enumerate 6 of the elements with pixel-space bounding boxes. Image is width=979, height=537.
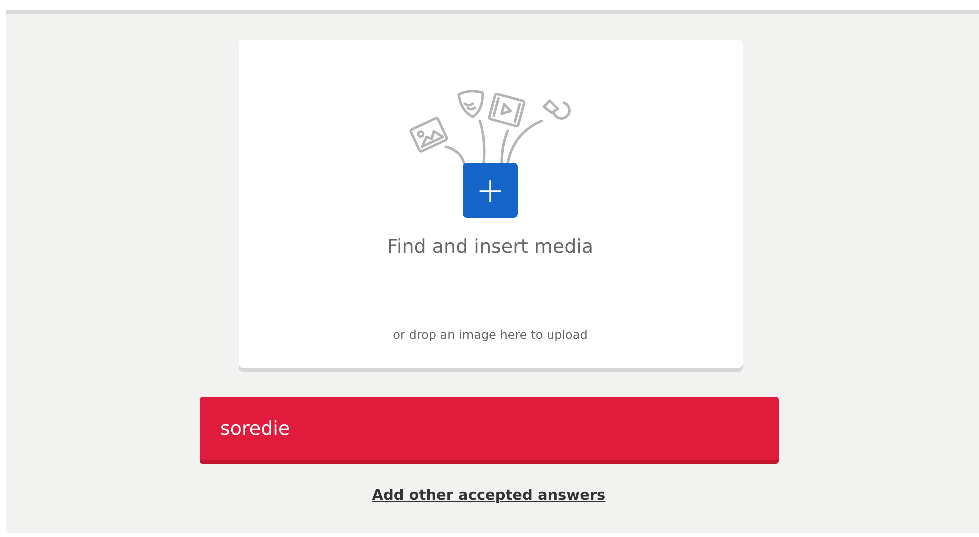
- answer-field[interactable]: soredie: [200, 397, 778, 464]
- media-title: Find and insert media: [387, 236, 594, 258]
- media-upload-card[interactable]: + Find and insert media or drop an image here to upload: [238, 40, 742, 368]
- add-media-button[interactable]: +: [463, 163, 518, 218]
- add-answers-link[interactable]: Add other accepted answers: [372, 488, 606, 504]
- upload-hint: or drop an image here to upload: [393, 328, 588, 342]
